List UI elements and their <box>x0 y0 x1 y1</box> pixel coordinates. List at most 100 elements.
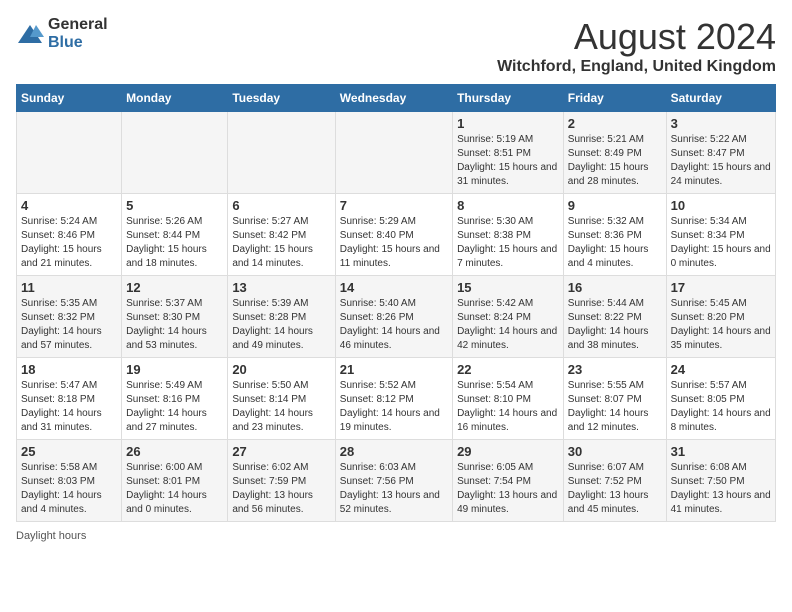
logo-general-text: General <box>48 16 108 33</box>
day-number: 8 <box>457 198 559 213</box>
calendar-day-header: Saturday <box>666 85 775 112</box>
calendar-week-row: 1Sunrise: 5:19 AMSunset: 8:51 PMDaylight… <box>17 112 776 194</box>
day-number: 18 <box>21 362 117 377</box>
day-info: Sunrise: 5:50 AMSunset: 8:14 PMDaylight:… <box>232 379 330 435</box>
calendar-cell: 28 Sunrise: 6:03 AMSunset: 7:56 PMDayligh… <box>335 440 452 522</box>
day-info: Sunrise: 6:02 AMSunset: 7:59 PMDaylight:… <box>232 461 330 517</box>
calendar-cell: 16Sunrise: 5:44 AMSunset: 8:22 PMDayligh… <box>563 276 666 358</box>
calendar-cell: 31Sunrise: 6:08 AMSunset: 7:50 PMDayligh… <box>666 440 775 522</box>
day-number: 27 <box>232 444 330 459</box>
day-info: Sunrise: 5:29 AMSunset: 8:40 PMDaylight:… <box>340 215 448 271</box>
calendar-cell: 30 Sunrise: 6:07 AMSunset: 7:52 PMDayligh… <box>563 440 666 522</box>
day-info: Sunrise: 5:58 AMSunset: 8:03 PMDaylight:… <box>21 461 117 517</box>
day-number: 19 <box>126 362 223 377</box>
day-number: 30 <box>568 444 662 459</box>
calendar-cell: 6Sunrise: 5:27 AMSunset: 8:42 PMDaylight… <box>228 194 335 276</box>
calendar-cell: 2 Sunrise: 5:21 AMSunset: 8:49 PMDaylight… <box>563 112 666 194</box>
calendar-cell: 17 Sunrise: 5:45 AMSunset: 8:20 PMDayligh… <box>666 276 775 358</box>
calendar-cell: 23Sunrise: 5:55 AMSunset: 8:07 PMDayligh… <box>563 358 666 440</box>
calendar-week-row: 11 Sunrise: 5:35 AMSunset: 8:32 PMDayligh… <box>17 276 776 358</box>
main-title: August 2024 <box>497 16 776 58</box>
calendar-cell: 7 Sunrise: 5:29 AMSunset: 8:40 PMDaylight… <box>335 194 452 276</box>
calendar-week-row: 18 Sunrise: 5:47 AMSunset: 8:18 PMDayligh… <box>17 358 776 440</box>
calendar-cell: 22Sunrise: 5:54 AMSunset: 8:10 PMDayligh… <box>453 358 564 440</box>
day-info: Sunrise: 5:22 AMSunset: 8:47 PMDaylight:… <box>671 133 771 189</box>
day-info: Sunrise: 5:55 AMSunset: 8:07 PMDaylight:… <box>568 379 662 435</box>
day-number: 15 <box>457 280 559 295</box>
day-number: 5 <box>126 198 223 213</box>
day-number: 6 <box>232 198 330 213</box>
calendar-week-row: 4Sunrise: 5:24 AMSunset: 8:46 PMDaylight… <box>17 194 776 276</box>
day-number: 10 <box>671 198 771 213</box>
day-number: 20 <box>232 362 330 377</box>
calendar-cell: 27 Sunrise: 6:02 AMSunset: 7:59 PMDayligh… <box>228 440 335 522</box>
day-number: 14 <box>340 280 448 295</box>
calendar-table: SundayMondayTuesdayWednesdayThursdayFrid… <box>16 84 776 522</box>
day-number: 26 <box>126 444 223 459</box>
calendar-cell: 8 Sunrise: 5:30 AMSunset: 8:38 PMDaylight… <box>453 194 564 276</box>
calendar-cell: 20 Sunrise: 5:50 AMSunset: 8:14 PMDayligh… <box>228 358 335 440</box>
calendar-day-header: Monday <box>122 85 228 112</box>
day-info: Sunrise: 5:30 AMSunset: 8:38 PMDaylight:… <box>457 215 559 271</box>
calendar-cell: 18 Sunrise: 5:47 AMSunset: 8:18 PMDayligh… <box>17 358 122 440</box>
calendar-cell: 3 Sunrise: 5:22 AMSunset: 8:47 PMDaylight… <box>666 112 775 194</box>
calendar-cell: 5Sunrise: 5:26 AMSunset: 8:44 PMDaylight… <box>122 194 228 276</box>
day-info: Sunrise: 5:37 AMSunset: 8:30 PMDaylight:… <box>126 297 223 353</box>
page-header: General Blue August 2024 Witchford, Engl… <box>16 16 776 76</box>
day-number: 25 <box>21 444 117 459</box>
calendar-cell: 19 Sunrise: 5:49 AMSunset: 8:16 PMDayligh… <box>122 358 228 440</box>
day-number: 21 <box>340 362 448 377</box>
calendar-cell: 10 Sunrise: 5:34 AMSunset: 8:34 PMDayligh… <box>666 194 775 276</box>
day-number: 7 <box>340 198 448 213</box>
calendar-cell: 14 Sunrise: 5:40 AMSunset: 8:26 PMDayligh… <box>335 276 452 358</box>
day-number: 9 <box>568 198 662 213</box>
day-number: 28 <box>340 444 448 459</box>
calendar-cell: 15Sunrise: 5:42 AMSunset: 8:24 PMDayligh… <box>453 276 564 358</box>
calendar-cell: 1Sunrise: 5:19 AMSunset: 8:51 PMDaylight… <box>453 112 564 194</box>
logo-icon <box>16 23 44 45</box>
day-info: Sunrise: 5:34 AMSunset: 8:34 PMDaylight:… <box>671 215 771 271</box>
day-number: 3 <box>671 116 771 131</box>
day-info: Sunrise: 5:57 AMSunset: 8:05 PMDaylight:… <box>671 379 771 435</box>
day-info: Sunrise: 5:52 AMSunset: 8:12 PMDaylight:… <box>340 379 448 435</box>
day-number: 24 <box>671 362 771 377</box>
day-number: 31 <box>671 444 771 459</box>
calendar-day-header: Sunday <box>17 85 122 112</box>
day-info: Sunrise: 5:45 AMSunset: 8:20 PMDaylight:… <box>671 297 771 353</box>
calendar-cell: 29Sunrise: 6:05 AMSunset: 7:54 PMDayligh… <box>453 440 564 522</box>
day-number: 17 <box>671 280 771 295</box>
day-info: Sunrise: 5:32 AMSunset: 8:36 PMDaylight:… <box>568 215 662 271</box>
day-info: Sunrise: 5:39 AMSunset: 8:28 PMDaylight:… <box>232 297 330 353</box>
calendar-cell: 11 Sunrise: 5:35 AMSunset: 8:32 PMDayligh… <box>17 276 122 358</box>
day-info: Sunrise: 5:44 AMSunset: 8:22 PMDaylight:… <box>568 297 662 353</box>
day-number: 13 <box>232 280 330 295</box>
day-info: Sunrise: 6:03 AMSunset: 7:56 PMDaylight:… <box>340 461 448 517</box>
calendar-day-header: Wednesday <box>335 85 452 112</box>
day-info: Sunrise: 6:05 AMSunset: 7:54 PMDaylight:… <box>457 461 559 517</box>
day-info: Sunrise: 5:40 AMSunset: 8:26 PMDaylight:… <box>340 297 448 353</box>
subtitle: Witchford, England, United Kingdom <box>497 58 776 76</box>
day-info: Sunrise: 5:49 AMSunset: 8:16 PMDaylight:… <box>126 379 223 435</box>
day-info: Sunrise: 5:21 AMSunset: 8:49 PMDaylight:… <box>568 133 662 189</box>
calendar-cell: 4Sunrise: 5:24 AMSunset: 8:46 PMDaylight… <box>17 194 122 276</box>
logo: General Blue <box>16 16 108 52</box>
calendar-week-row: 25 Sunrise: 5:58 AMSunset: 8:03 PMDayligh… <box>17 440 776 522</box>
day-number: 11 <box>21 280 117 295</box>
logo-blue-text: Blue <box>48 34 83 51</box>
day-number: 2 <box>568 116 662 131</box>
calendar-day-header: Thursday <box>453 85 564 112</box>
day-info: Sunrise: 6:07 AMSunset: 7:52 PMDaylight:… <box>568 461 662 517</box>
day-number: 22 <box>457 362 559 377</box>
calendar-header-row: SundayMondayTuesdayWednesdayThursdayFrid… <box>17 85 776 112</box>
calendar-cell: 25 Sunrise: 5:58 AMSunset: 8:03 PMDayligh… <box>17 440 122 522</box>
day-info: Sunrise: 5:35 AMSunset: 8:32 PMDaylight:… <box>21 297 117 353</box>
calendar-cell <box>17 112 122 194</box>
calendar-cell: 24 Sunrise: 5:57 AMSunset: 8:05 PMDayligh… <box>666 358 775 440</box>
calendar-cell: 13 Sunrise: 5:39 AMSunset: 8:28 PMDayligh… <box>228 276 335 358</box>
day-info: Sunrise: 6:00 AMSunset: 8:01 PMDaylight:… <box>126 461 223 517</box>
footer-note: Daylight hours <box>16 530 776 542</box>
day-info: Sunrise: 5:47 AMSunset: 8:18 PMDaylight:… <box>21 379 117 435</box>
calendar-cell: 21 Sunrise: 5:52 AMSunset: 8:12 PMDayligh… <box>335 358 452 440</box>
calendar-cell: 9 Sunrise: 5:32 AMSunset: 8:36 PMDaylight… <box>563 194 666 276</box>
calendar-cell <box>122 112 228 194</box>
